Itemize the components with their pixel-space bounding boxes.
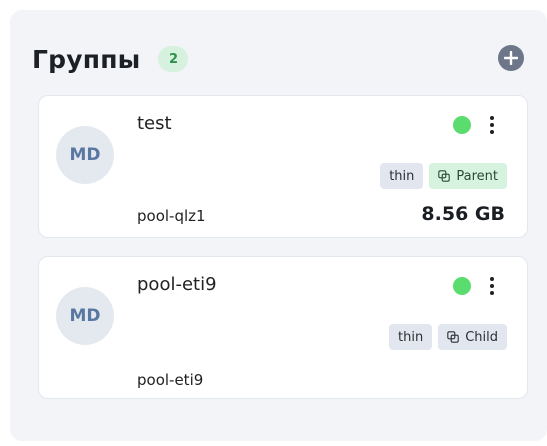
more-vertical-icon-dot xyxy=(490,123,494,127)
type-tag-label: thin xyxy=(389,168,415,184)
parent-tag: Parent xyxy=(429,163,507,189)
more-vertical-icon-dot xyxy=(490,277,494,281)
avatar: MD xyxy=(56,287,114,345)
group-tags: thin Child xyxy=(389,324,507,350)
group-name: test xyxy=(137,113,172,134)
plus-icon xyxy=(504,51,518,65)
group-tags: thin Parent xyxy=(380,163,507,189)
groups-header: Группы 2 xyxy=(32,42,189,76)
page-title: Группы xyxy=(32,44,141,74)
role-tag-label: Child xyxy=(465,329,498,345)
pool-name: pool-eti9 xyxy=(137,371,204,389)
role-tag-label: Parent xyxy=(456,168,498,184)
group-menu-button[interactable] xyxy=(483,274,501,298)
avatar: MD xyxy=(56,126,114,184)
status-online-indicator xyxy=(453,277,471,295)
group-name: pool-eti9 xyxy=(137,274,217,295)
more-vertical-icon-dot xyxy=(490,130,494,134)
child-tag: Child xyxy=(438,324,507,350)
type-tag: thin xyxy=(380,163,424,189)
more-vertical-icon-dot xyxy=(490,284,494,288)
group-card[interactable]: MD pool-eti9 thin Child pool-eti9 xyxy=(38,256,528,399)
overlap-squares-icon xyxy=(438,170,451,182)
type-tag-label: thin xyxy=(398,329,424,345)
more-vertical-icon-dot xyxy=(490,291,494,295)
status-online-indicator xyxy=(453,116,471,134)
group-size: 8.56 GB xyxy=(421,203,505,225)
groups-count-badge: 2 xyxy=(158,46,189,72)
pool-name: pool-qlz1 xyxy=(137,207,206,225)
type-tag: thin xyxy=(389,324,433,350)
group-menu-button[interactable] xyxy=(483,113,501,137)
add-group-button[interactable] xyxy=(498,45,524,71)
group-card[interactable]: MD test thin Parent pool-qlz1 8.56 GB xyxy=(38,95,528,238)
overlap-squares-icon xyxy=(447,331,459,343)
more-vertical-icon-dot xyxy=(490,116,494,120)
